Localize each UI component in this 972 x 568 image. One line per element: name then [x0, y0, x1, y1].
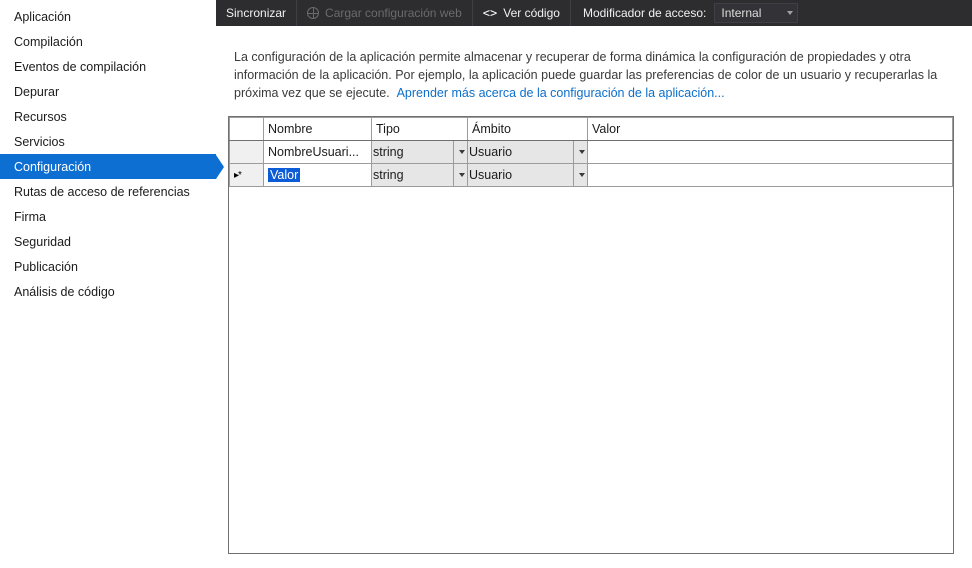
sidebar-item-label: Firma — [14, 210, 46, 224]
chevron-down-icon — [579, 150, 585, 154]
sidebar-item-build[interactable]: Compilación — [0, 29, 216, 54]
cell-scope-text: Usuario — [469, 168, 512, 182]
load-web-config-button: Cargar configuración web — [297, 0, 473, 26]
sidebar-item-label: Seguridad — [14, 235, 71, 249]
dropdown-arrow[interactable] — [453, 164, 468, 186]
cell-type[interactable]: string — [372, 141, 468, 164]
dropdown-arrow[interactable] — [573, 164, 588, 186]
access-modifier-label-text: Modificador de acceso: — [583, 6, 706, 20]
learn-more-link[interactable]: Aprender más acerca de la configuración … — [397, 86, 725, 100]
grid-header-value[interactable]: Valor — [588, 118, 953, 141]
sidebar-item-services[interactable]: Servicios — [0, 129, 216, 154]
sidebar-item-security[interactable]: Seguridad — [0, 229, 216, 254]
cell-type-text: string — [373, 168, 404, 182]
row-selector-new[interactable] — [230, 164, 264, 187]
sidebar-item-publish[interactable]: Publicación — [0, 254, 216, 279]
cell-scope[interactable]: Usuario — [468, 164, 588, 187]
settings-description: La configuración de la aplicación permit… — [216, 26, 972, 116]
sync-button-label: Sincronizar — [226, 6, 286, 20]
grid-header-type[interactable]: Tipo — [372, 118, 468, 141]
cell-name[interactable]: NombreUsuari... — [264, 141, 372, 164]
sidebar-item-label: Configuración — [14, 160, 91, 174]
sidebar-item-build-events[interactable]: Eventos de compilación — [0, 54, 216, 79]
properties-sidebar: Aplicación Compilación Eventos de compil… — [0, 0, 216, 568]
grid-header-name-label: Nombre — [268, 122, 312, 136]
sidebar-item-settings[interactable]: Configuración — [0, 154, 216, 179]
sidebar-item-reference-paths[interactable]: Rutas de acceso de referencias — [0, 179, 216, 204]
access-modifier-select-box[interactable]: Internal — [714, 3, 798, 23]
cell-scope-text: Usuario — [469, 145, 512, 159]
sync-button[interactable]: Sincronizar — [216, 0, 297, 26]
view-code-button[interactable]: <> Ver código — [473, 0, 571, 26]
sidebar-item-signing[interactable]: Firma — [0, 204, 216, 229]
cell-type[interactable]: string — [372, 164, 468, 187]
cell-type-text: string — [373, 145, 404, 159]
chevron-down-icon — [579, 173, 585, 177]
sidebar-item-label: Publicación — [14, 260, 78, 274]
code-icon: <> — [483, 6, 497, 20]
sidebar-item-label: Servicios — [14, 135, 65, 149]
sidebar-item-application[interactable]: Aplicación — [0, 4, 216, 29]
grid-header-name[interactable]: Nombre — [264, 118, 372, 141]
sidebar-item-label: Depurar — [14, 85, 59, 99]
view-code-label: Ver código — [503, 6, 560, 20]
access-modifier-label: Modificador de acceso: — [571, 0, 714, 26]
cell-value[interactable] — [588, 141, 953, 164]
sidebar-item-label: Análisis de código — [14, 285, 115, 299]
table-row[interactable]: Valor string Usuario — [230, 164, 953, 187]
settings-grid[interactable]: Nombre Tipo Ámbito Valor NombreUsuari...… — [229, 117, 953, 187]
sidebar-item-label: Recursos — [14, 110, 67, 124]
project-properties-root: Aplicación Compilación Eventos de compil… — [0, 0, 972, 568]
grid-header-scope[interactable]: Ámbito — [468, 118, 588, 141]
sidebar-item-label: Aplicación — [14, 10, 71, 24]
sidebar-item-label: Eventos de compilación — [14, 60, 146, 74]
chevron-down-icon — [459, 150, 465, 154]
row-selector[interactable] — [230, 141, 264, 164]
grid-header-value-label: Valor — [592, 122, 620, 136]
chevron-down-icon — [459, 173, 465, 177]
cell-name-editing[interactable]: Valor — [264, 164, 372, 187]
main-panel: Sincronizar Cargar configuración web <> … — [216, 0, 972, 568]
cell-value[interactable] — [588, 164, 953, 187]
access-modifier-select[interactable]: Internal — [714, 0, 806, 26]
sidebar-item-label: Compilación — [14, 35, 83, 49]
table-row[interactable]: NombreUsuari... string Usuario — [230, 141, 953, 164]
dropdown-arrow[interactable] — [573, 141, 588, 163]
dropdown-arrow[interactable] — [453, 141, 468, 163]
globe-icon — [307, 7, 319, 19]
access-modifier-value: Internal — [721, 6, 761, 20]
sidebar-item-resources[interactable]: Recursos — [0, 104, 216, 129]
sidebar-item-code-analysis[interactable]: Análisis de código — [0, 279, 216, 304]
sidebar-item-debug[interactable]: Depurar — [0, 79, 216, 104]
sidebar-item-label: Rutas de acceso de referencias — [14, 185, 190, 199]
cell-name-text: NombreUsuari... — [268, 145, 359, 159]
settings-grid-container: Nombre Tipo Ámbito Valor NombreUsuari...… — [228, 116, 954, 554]
chevron-down-icon — [787, 11, 793, 15]
cell-name-editing-text: Valor — [268, 168, 300, 182]
grid-header-selector — [230, 118, 264, 141]
cell-scope[interactable]: Usuario — [468, 141, 588, 164]
settings-toolbar: Sincronizar Cargar configuración web <> … — [216, 0, 972, 26]
grid-header-scope-label: Ámbito — [472, 122, 511, 136]
grid-header-row: Nombre Tipo Ámbito Valor — [230, 118, 953, 141]
load-web-config-label: Cargar configuración web — [325, 6, 462, 20]
grid-header-type-label: Tipo — [376, 122, 400, 136]
